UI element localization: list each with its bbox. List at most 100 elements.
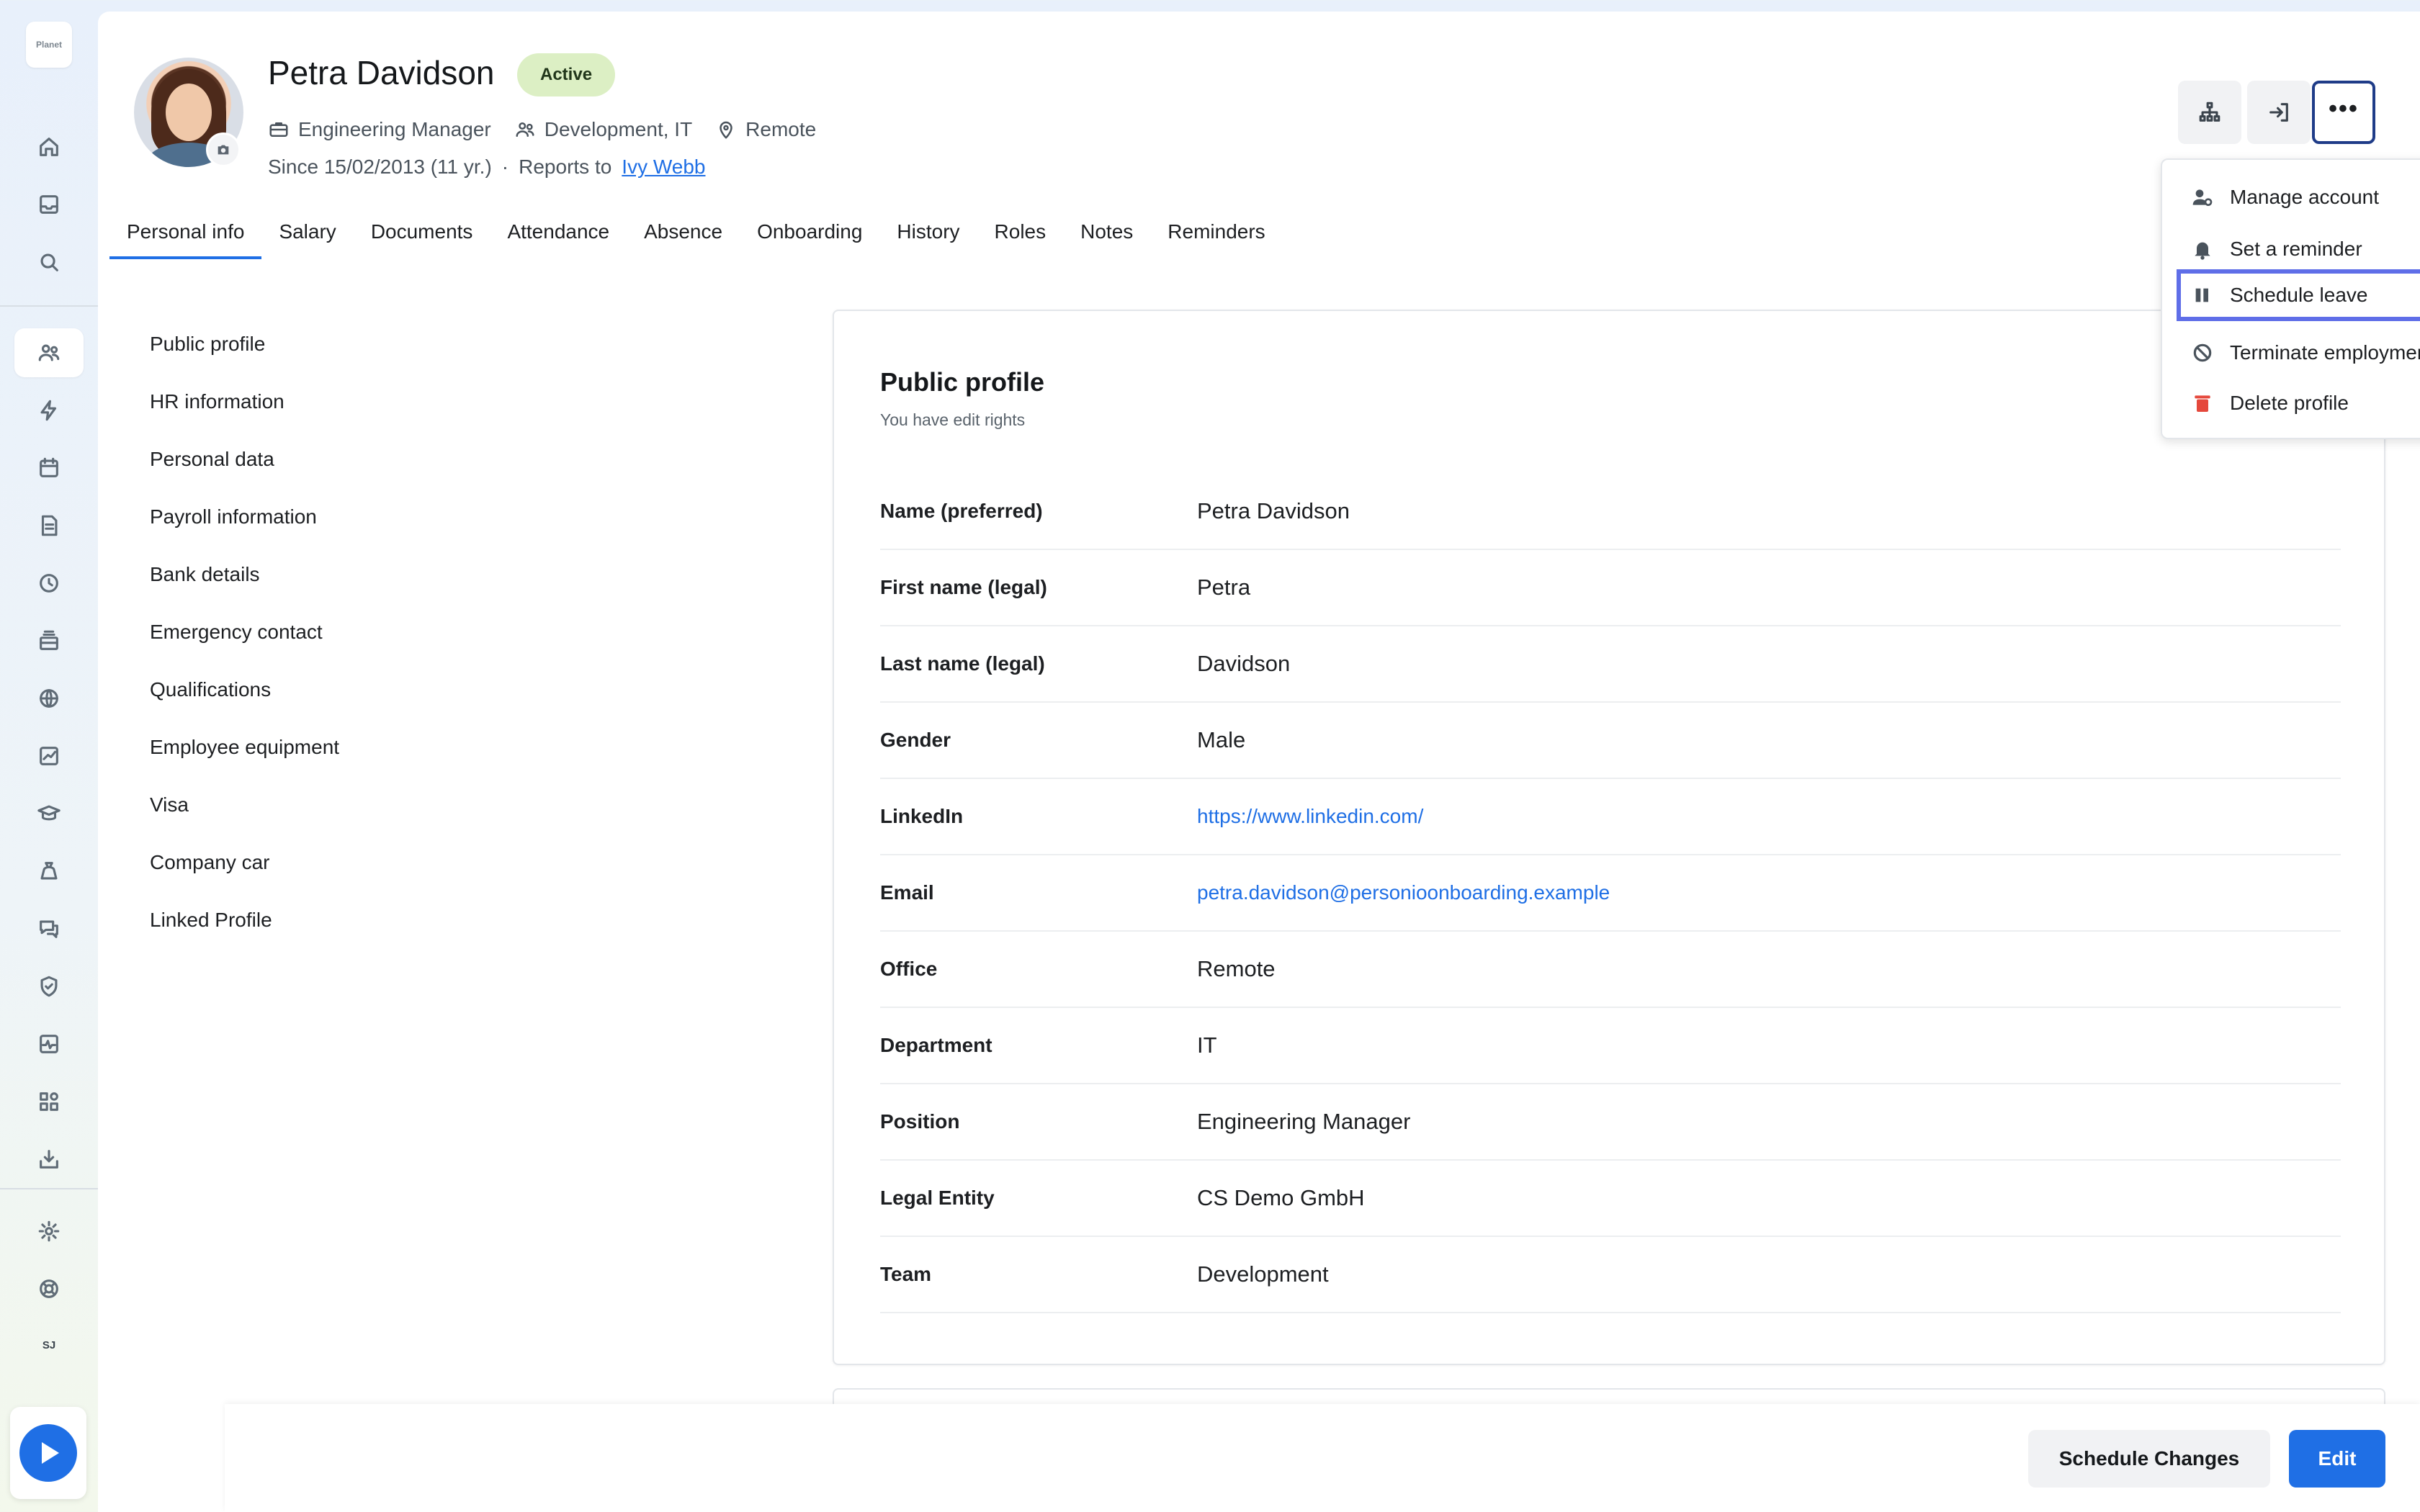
nav-time[interactable] [14, 559, 84, 608]
field-value: Development [1197, 1261, 1329, 1287]
field-label: Office [880, 958, 938, 980]
menu-item-schedule-leave[interactable]: Schedule leave [2177, 269, 2420, 321]
camera-icon [218, 145, 229, 155]
clock-icon [40, 574, 58, 593]
lightning-icon [40, 400, 57, 421]
section-company-car[interactable]: Company car [150, 837, 339, 894]
nav-downloads[interactable] [14, 1135, 84, 1184]
nav-calendar[interactable] [14, 444, 84, 492]
nav-learning[interactable] [14, 789, 84, 838]
nav-compensation[interactable] [14, 847, 84, 896]
chart-trend-icon [40, 747, 58, 765]
linkedin-link[interactable]: https://www.linkedin.com/ [1197, 805, 1423, 828]
menu-item-manage-account[interactable]: Manage account [2177, 171, 2420, 223]
field-label: Team [880, 1263, 932, 1285]
tab-absence[interactable]: Absence [644, 220, 722, 259]
calendar-icon [40, 457, 58, 477]
section-payroll-information[interactable]: Payroll information [150, 491, 339, 549]
field-row-first-name: First name (legal) Petra [880, 550, 2341, 626]
schedule-changes-button[interactable]: Schedule Changes [2028, 1430, 2270, 1488]
department-meta: Development, IT [514, 118, 692, 141]
tab-notes[interactable]: Notes [1080, 220, 1133, 259]
money-bag-icon [40, 862, 58, 880]
nav-home[interactable] [14, 122, 84, 171]
section-employee-equipment[interactable]: Employee equipment [150, 721, 339, 779]
field-value: Engineering Manager [1197, 1109, 1411, 1134]
nav-automations[interactable] [14, 386, 84, 435]
position-meta: Engineering Manager [268, 118, 491, 141]
rail-divider [0, 305, 98, 307]
section-visa[interactable]: Visa [150, 779, 339, 837]
field-value: IT [1197, 1032, 1217, 1058]
tab-onboarding[interactable]: Onboarding [757, 220, 862, 259]
field-label: Name (preferred) [880, 500, 1043, 522]
tab-history[interactable]: History [897, 220, 959, 259]
menu-item-label: Terminate employment [2230, 341, 2420, 364]
menu-item-delete-profile[interactable]: Delete profile [2177, 377, 2420, 429]
nav-apps[interactable] [14, 1077, 84, 1126]
card-subtitle: You have edit rights [880, 410, 1026, 429]
nav-feedback[interactable] [14, 904, 84, 953]
tab-personal-info[interactable]: Personal info [109, 220, 262, 259]
tab-roles[interactable]: Roles [995, 220, 1047, 259]
nav-inbox[interactable] [14, 180, 84, 229]
section-emergency-contact[interactable]: Emergency contact [150, 606, 339, 664]
menu-item-label: Schedule leave [2230, 284, 2368, 306]
chat-bubbles-icon [40, 920, 58, 938]
home-icon [40, 138, 58, 156]
email-link[interactable]: petra.davidson@personioonboarding.exampl… [1197, 881, 1610, 904]
field-label: Department [880, 1034, 992, 1056]
section-linked-profile[interactable]: Linked Profile [150, 894, 339, 952]
guide-launcher [10, 1407, 86, 1499]
nav-documents[interactable] [14, 501, 84, 550]
more-actions-button[interactable]: ••• [2312, 81, 2375, 144]
tab-salary[interactable]: Salary [279, 220, 336, 259]
field-label: Gender [880, 729, 951, 751]
tab-reminders[interactable]: Reminders [1168, 220, 1265, 259]
section-personal-data[interactable]: Personal data [150, 433, 339, 491]
nav-settings[interactable] [14, 1207, 84, 1256]
menu-item-set-reminder[interactable]: Set a reminder [2177, 223, 2420, 275]
nav-wellbeing[interactable] [14, 1020, 84, 1068]
nav-help[interactable] [14, 1264, 84, 1313]
field-row-last-name: Last name (legal) Davidson [880, 626, 2341, 703]
play-icon[interactable] [19, 1424, 77, 1482]
nav-payroll[interactable] [14, 616, 84, 665]
app-logo[interactable]: Planet [26, 22, 72, 68]
app-logo-text: Planet [35, 40, 62, 50]
section-public-profile[interactable]: Public profile [150, 318, 339, 376]
nav-people[interactable] [14, 328, 84, 377]
tab-documents[interactable]: Documents [371, 220, 473, 259]
user-avatar-initials[interactable]: SJ [14, 1320, 84, 1369]
download-tray-icon [40, 1150, 58, 1169]
section-hr-information[interactable]: HR information [150, 376, 339, 433]
user-gear-icon [2192, 189, 2213, 206]
impersonate-button[interactable] [2247, 81, 2311, 144]
briefcase-icon [269, 122, 288, 137]
field-row-team: Team Development [880, 1237, 2341, 1313]
section-bank-details[interactable]: Bank details [150, 549, 339, 606]
graduation-cap-icon [37, 805, 60, 821]
field-row-department: Department IT [880, 1008, 2341, 1084]
field-label: LinkedIn [880, 805, 964, 827]
pause-icon [2195, 288, 2208, 302]
field-row-name-preferred: Name (preferred) Petra Davidson [880, 474, 2341, 550]
field-row-email: Email petra.davidson@personioonboarding.… [880, 855, 2341, 932]
change-photo-button[interactable] [206, 132, 241, 167]
section-qualifications[interactable]: Qualifications [150, 664, 339, 721]
field-label: First name (legal) [880, 576, 1047, 598]
reports-to-link[interactable]: Ivy Webb [622, 156, 705, 179]
bottom-action-bar: Schedule Changes Edit [225, 1404, 2420, 1512]
nav-global[interactable] [14, 674, 84, 723]
nav-compliance[interactable] [14, 962, 84, 1011]
main-panel: Petra Davidson Active Engineering Manage… [98, 12, 2420, 1512]
location-pin-icon [720, 121, 732, 139]
tab-attendance[interactable]: Attendance [507, 220, 609, 259]
edit-button[interactable]: Edit [2289, 1430, 2385, 1488]
menu-item-terminate-employment[interactable]: Terminate employment [2177, 327, 2420, 379]
org-chart-button[interactable] [2178, 81, 2241, 144]
globe-icon [40, 689, 58, 708]
nav-performance[interactable] [14, 732, 84, 780]
nav-search[interactable] [14, 238, 84, 287]
field-value: Male [1197, 727, 1246, 752]
